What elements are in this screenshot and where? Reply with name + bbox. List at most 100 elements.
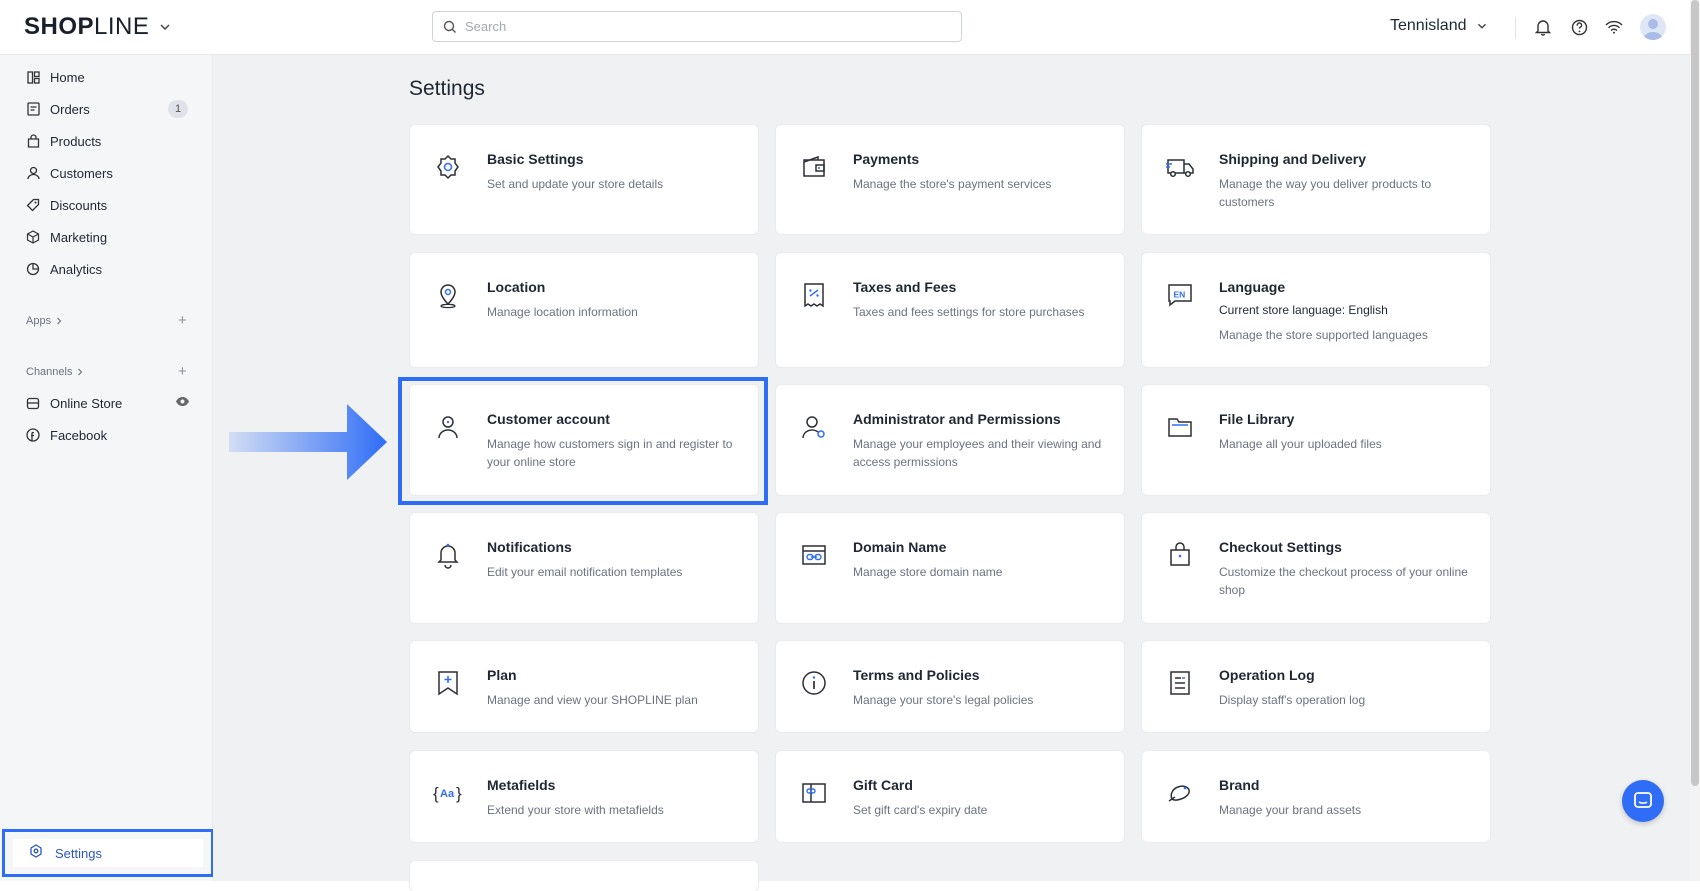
settings-card-shipping-delivery[interactable]: Shipping and Delivery Manage the way you… (1142, 125, 1490, 234)
sidebar-item-home[interactable]: Home (16, 63, 202, 91)
card-title: Brand (1219, 777, 1260, 793)
settings-card-language[interactable]: EN Language Current store language: Engl… (1142, 253, 1490, 367)
settings-card-file-library[interactable]: File Library Manage all your uploaded fi… (1142, 385, 1490, 495)
sidebar-item-label: Home (50, 69, 85, 85)
settings-card-partial[interactable] (410, 861, 758, 891)
sidebar-item-label: Orders (50, 101, 90, 117)
search-box[interactable] (432, 11, 962, 42)
vertical-scrollbar-thumb[interactable] (1691, 0, 1699, 786)
store-switcher[interactable]: SHOPLINE (24, 13, 173, 41)
sidebar-item-online-store[interactable]: Online Store (16, 389, 202, 417)
customer-account-highlight (398, 377, 768, 505)
chevron-down-icon (157, 19, 173, 35)
settings-card-payments[interactable]: Payments Manage the store's payment serv… (776, 125, 1124, 234)
add-app-icon[interactable]: + (178, 312, 187, 329)
settings-card-location[interactable]: Location Manage location information (410, 253, 758, 367)
apps-section-toggle[interactable]: Apps (26, 315, 63, 327)
settings-card-domain-name[interactable]: Domain Name Manage store domain name (776, 513, 1124, 623)
folder-icon (1162, 409, 1198, 445)
brand-icon (1162, 775, 1198, 811)
card-description: Set gift card's expiry date (853, 803, 988, 817)
settings-card-gift-card[interactable]: Gift Card Set gift card's expiry date (776, 751, 1124, 842)
bag-icon (24, 132, 42, 150)
search-input[interactable] (463, 18, 947, 35)
sidebar-item-analytics[interactable]: Analytics (16, 255, 202, 283)
gear-icon (29, 844, 47, 862)
settings-card-basic-settings[interactable]: Basic Settings Set and update your store… (410, 125, 758, 234)
card-description: Manage location information (487, 305, 638, 319)
sidebar-item-facebook[interactable]: Facebook (16, 421, 202, 449)
chevron-right-icon (76, 368, 84, 376)
current-language-text: Current store language: English (1219, 303, 1388, 317)
bell-icon (430, 537, 466, 573)
svg-text:}: } (456, 784, 462, 803)
plan-bookmark-icon (430, 665, 466, 701)
eye-icon[interactable] (175, 396, 190, 407)
store-selector[interactable]: Tennisland (1390, 17, 1489, 35)
card-description: Manage all your uploaded files (1219, 437, 1382, 451)
card-description: Set and update your store details (487, 177, 664, 191)
sidebar-item-label: Products (50, 133, 102, 149)
language-icon: EN (1162, 277, 1198, 313)
chat-support-button[interactable] (1622, 780, 1664, 822)
card-description: Edit your email notification templates (487, 565, 683, 579)
facebook-icon (24, 426, 42, 444)
card-title: Gift Card (853, 777, 913, 793)
settings-card-terms-policies[interactable]: Terms and Policies Manage your store's l… (776, 641, 1124, 732)
user-gear-icon (796, 409, 832, 445)
sidebar-item-discounts[interactable]: Discounts (16, 191, 202, 219)
store-name: Tennisland (1390, 17, 1467, 34)
divider (1515, 17, 1516, 39)
settings-card-notifications[interactable]: Notifications Edit your email notificati… (410, 513, 758, 623)
truck-icon (1162, 149, 1198, 185)
receipt-icon (796, 277, 832, 313)
card-description: Manage the way you deliver products to c… (1219, 177, 1432, 209)
add-channel-icon[interactable]: + (178, 363, 187, 380)
settings-card-admin-permissions[interactable]: Administrator and Permissions Manage you… (776, 385, 1124, 495)
cube-icon (24, 228, 42, 246)
card-description: Display staff's operation log (1219, 693, 1366, 707)
settings-card-plan[interactable]: Plan Manage and view your SHOPLINE plan (410, 641, 758, 732)
shopline-logo: SHOPLINE (24, 13, 150, 40)
metafields-icon: {Aa} (430, 775, 466, 811)
card-title: Payments (853, 151, 920, 167)
sidebar-item-settings[interactable]: Settings (13, 839, 203, 867)
sidebar-item-marketing[interactable]: Marketing (16, 223, 202, 251)
sidebar-item-label: Facebook (50, 427, 108, 443)
sidebar-item-label: Settings (55, 845, 102, 861)
tag-icon (24, 196, 42, 214)
search-icon (443, 20, 457, 34)
sidebar-item-label: Marketing (50, 229, 108, 245)
help-icon[interactable] (1568, 16, 1590, 38)
sidebar-item-label: Analytics (50, 261, 103, 277)
card-description: Manage your store's legal policies (853, 693, 1034, 707)
channels-label: Channels (26, 366, 73, 378)
card-title: Basic Settings (487, 151, 584, 167)
settings-highlight: Settings (2, 829, 214, 877)
card-title: Plan (487, 667, 517, 683)
card-title: Checkout Settings (1219, 539, 1342, 555)
card-title: Language (1219, 279, 1286, 295)
svg-text:EN: EN (1174, 290, 1186, 300)
sidebar-item-customers[interactable]: Customers (16, 159, 202, 187)
settings-card-brand[interactable]: Brand Manage your brand assets (1142, 751, 1490, 842)
settings-card-operation-log[interactable]: Operation Log Display staff's operation … (1142, 641, 1490, 732)
apps-label: Apps (26, 315, 52, 327)
gift-card-icon (796, 775, 832, 811)
card-title: Operation Log (1219, 667, 1315, 683)
wifi-icon[interactable] (1603, 16, 1625, 38)
sidebar-item-products[interactable]: Products (16, 127, 202, 155)
card-title: Metafields (487, 777, 556, 793)
shopping-bag-icon (1162, 537, 1198, 573)
sidebar-item-orders[interactable]: Home Orders 1 (16, 95, 202, 123)
page-title: Settings (409, 77, 485, 100)
bell-icon[interactable] (1532, 16, 1554, 38)
avatar[interactable] (1640, 14, 1666, 40)
settings-card-taxes-fees[interactable]: Taxes and Fees Taxes and fees settings f… (776, 253, 1124, 367)
settings-card-checkout-settings[interactable]: Checkout Settings Customize the checkout… (1142, 513, 1490, 623)
wallet-icon (796, 149, 832, 185)
store-icon (24, 394, 42, 412)
svg-text:{: { (433, 784, 439, 803)
channels-section-toggle[interactable]: Channels (26, 366, 84, 378)
settings-card-metafields[interactable]: {Aa} Metafields Extend your store with m… (410, 751, 758, 842)
